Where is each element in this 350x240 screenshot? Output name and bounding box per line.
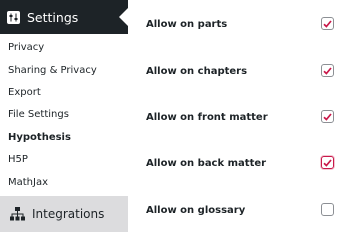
sidebar-item-mathjax[interactable]: MathJax	[8, 176, 48, 190]
setting-row-glossary: Allow on glossary	[146, 200, 344, 220]
allow-on-glossary-checkbox[interactable]	[321, 203, 334, 216]
setting-row-chapters: Allow on chapters	[146, 61, 344, 81]
allow-on-front-matter-checkbox[interactable]	[321, 110, 334, 123]
setting-label-front-matter: Allow on front matter	[146, 111, 268, 123]
sidebar-item-sharing-privacy[interactable]: Sharing & Privacy	[8, 64, 97, 78]
checkmark-icon	[323, 158, 332, 167]
sidebar-integrations-menu[interactable]: Integrations	[0, 196, 128, 232]
sidebar-item-export[interactable]: Export	[8, 86, 41, 100]
setting-label-back-matter: Allow on back matter	[146, 157, 267, 169]
admin-sidebar: Settings Privacy Sharing & Privacy Expor…	[0, 0, 128, 232]
setting-row-parts: Allow on parts	[146, 14, 344, 34]
sidebar-item-file-settings[interactable]: File Settings	[8, 108, 69, 122]
setting-label-parts: Allow on parts	[146, 18, 228, 30]
sidebar-settings-label: Settings	[27, 9, 79, 25]
setting-row-front-matter: Allow on front matter	[146, 107, 344, 127]
setting-label-glossary: Allow on glossary	[146, 204, 246, 216]
setting-row-back-matter: Allow on back matter	[146, 153, 344, 173]
allow-on-back-matter-checkbox[interactable]	[321, 156, 334, 169]
sidebar-settings-menu[interactable]: Settings	[0, 0, 128, 34]
checkmark-icon	[323, 19, 332, 28]
settings-icon	[7, 10, 20, 24]
sidebar-item-privacy[interactable]: Privacy	[8, 41, 44, 55]
checkmark-icon	[323, 112, 332, 121]
sidebar-integrations-label: Integrations	[32, 207, 105, 221]
setting-label-chapters: Allow on chapters	[146, 65, 248, 77]
allow-on-chapters-checkbox[interactable]	[321, 64, 334, 77]
settings-submenu: Privacy Sharing & Privacy Export File Se…	[0, 34, 128, 196]
sidebar-item-h5p[interactable]: H5P	[8, 153, 28, 167]
checkmark-icon	[323, 66, 332, 75]
sitemap-icon	[10, 207, 25, 221]
sidebar-item-hypothesis[interactable]: Hypothesis	[8, 131, 71, 145]
allow-on-parts-checkbox[interactable]	[321, 17, 334, 30]
